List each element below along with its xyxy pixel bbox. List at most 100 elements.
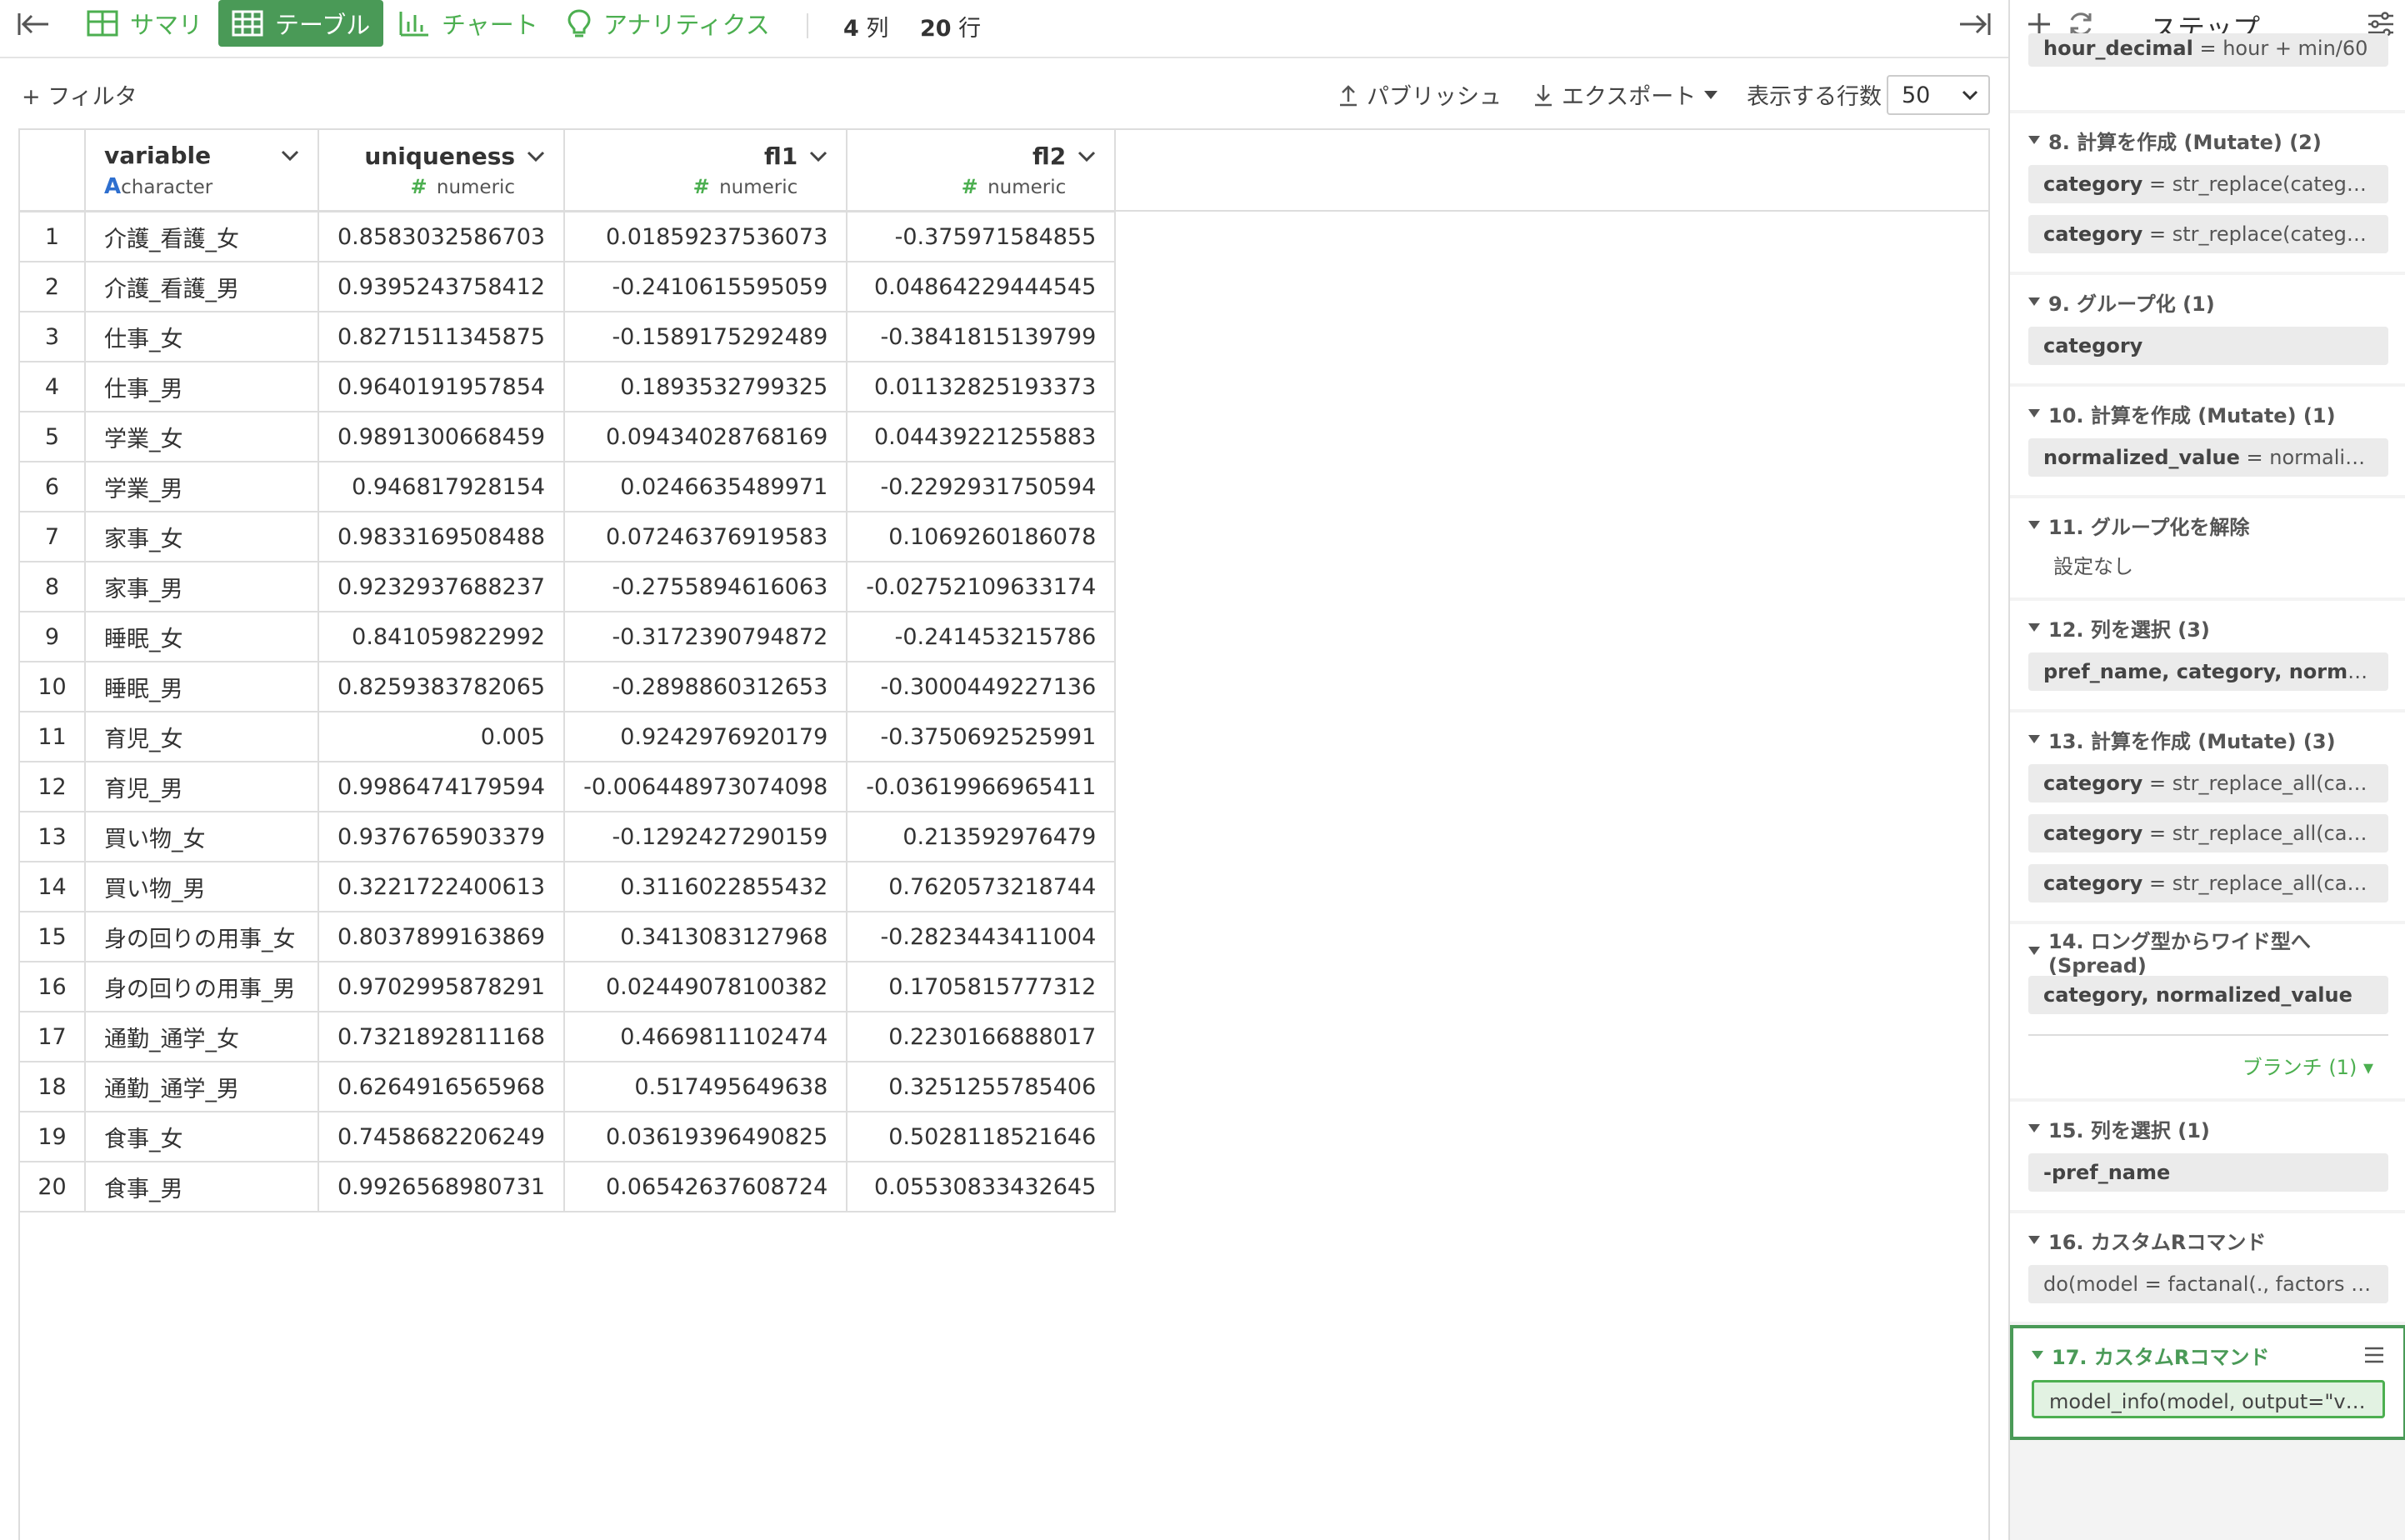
- table-cell[interactable]: 0.9986474179594: [318, 762, 566, 812]
- table-row[interactable]: 11 育児_女 0.005 0.9242976920179 -0.37506925259…: [20, 712, 1117, 762]
- table-cell[interactable]: -0.375971584855: [847, 212, 1117, 262]
- table-row[interactable]: 1 介護_看護_女 0.8583032586703 0.01859237536073-…: [20, 212, 1117, 262]
- table-cell[interactable]: -0.2823443411004: [847, 912, 1117, 962]
- table-cell[interactable]: 食事_女: [85, 1112, 319, 1162]
- step-title[interactable]: 12. 列を選択 (3): [2028, 614, 2388, 642]
- table-cell[interactable]: 0.3413083127968: [564, 912, 848, 962]
- table-cell[interactable]: 0.0246635489971: [564, 462, 848, 512]
- table-row[interactable]: 17 通勤_通学_女 0.7321892811168 0.4669811102474 0…: [20, 1012, 1117, 1062]
- collapse-triangle-icon[interactable]: [2028, 298, 2040, 306]
- table-cell[interactable]: 身の回りの用事_男: [85, 962, 319, 1012]
- table-cell[interactable]: 0.946817928154: [318, 462, 566, 512]
- table-cell[interactable]: -0.1589175292489: [564, 312, 848, 362]
- table-cell[interactable]: -0.2898860312653: [564, 662, 848, 712]
- step-card[interactable]: 8. 計算を作成 (Mutate) (2) category = str_repl…: [2010, 113, 2405, 272]
- step-card[interactable]: 12. 列を選択 (3) pref_name, category, normali…: [2010, 601, 2405, 709]
- table-cell[interactable]: 0.2230166888017: [847, 1012, 1117, 1062]
- collapse-left-icon[interactable]: [17, 12, 50, 37]
- table-cell[interactable]: 0.7458682206249: [318, 1112, 566, 1162]
- table-cell[interactable]: 買い物_女: [85, 812, 319, 862]
- table-cell[interactable]: 0.1705815777312: [847, 962, 1117, 1012]
- column-header-fl2[interactable]: fl2 # numeric: [847, 130, 1117, 212]
- table-cell[interactable]: 買い物_男: [85, 862, 319, 912]
- step-title[interactable]: 17. カスタムRコマンド: [2032, 1342, 2385, 1369]
- table-cell[interactable]: 0.7321892811168: [318, 1012, 566, 1062]
- table-cell[interactable]: 睡眠_女: [85, 612, 319, 662]
- step-card[interactable]: 14. ロング型からワイド型へ (Spread) category, normal…: [2010, 924, 2405, 1098]
- chevron-down-icon[interactable]: [281, 150, 299, 162]
- table-cell[interactable]: 0.9640191957854: [318, 362, 566, 412]
- collapse-triangle-icon[interactable]: [2028, 1124, 2040, 1132]
- table-cell[interactable]: 0.3116022855432: [564, 862, 848, 912]
- table-cell[interactable]: -0.3000449227136: [847, 662, 1117, 712]
- step-title[interactable]: 15. 列を選択 (1): [2028, 1115, 2388, 1142]
- table-cell[interactable]: 0.01859237536073: [564, 212, 848, 262]
- step-chip[interactable]: hour_decimal = hour + min/60: [2028, 33, 2388, 67]
- table-cell[interactable]: 0.841059822992: [318, 612, 566, 662]
- step-chip[interactable]: -pref_name: [2028, 1153, 2388, 1192]
- collapse-triangle-icon[interactable]: [2028, 735, 2040, 743]
- step-chip[interactable]: do(model = factanal(., factors = 2, r…: [2028, 1265, 2388, 1303]
- table-row[interactable]: 9 睡眠_女 0.841059822992 -0.3172390794872 -0.24…: [20, 612, 1117, 662]
- step-title[interactable]: 13. 計算を作成 (Mutate) (3): [2028, 726, 2388, 753]
- table-cell[interactable]: 0.09434028768169: [564, 412, 848, 462]
- table-cell[interactable]: 通勤_通学_男: [85, 1062, 319, 1112]
- table-cell[interactable]: 0.9395243758412: [318, 262, 566, 312]
- table-cell[interactable]: -0.3841815139799: [847, 312, 1117, 362]
- chevron-down-icon[interactable]: [1078, 151, 1096, 162]
- table-cell[interactable]: -0.006448973074098: [564, 762, 848, 812]
- table-row[interactable]: 3 仕事_女 0.8271511345875 -0.1589175292489 -0.3…: [20, 312, 1117, 362]
- step-title[interactable]: 8. 計算を作成 (Mutate) (2): [2028, 127, 2388, 154]
- step-chip[interactable]: category = str_replace(category…: [2028, 165, 2388, 203]
- rows-to-show-select[interactable]: 50: [1887, 75, 1990, 115]
- chevron-down-icon[interactable]: [809, 151, 828, 162]
- table-cell[interactable]: 0.8037899163869: [318, 912, 566, 962]
- step-card[interactable]: 17. カスタムRコマンド model_info(model, output="v…: [2010, 1325, 2405, 1440]
- table-cell[interactable]: 0.9926568980731: [318, 1162, 566, 1212]
- table-cell[interactable]: -0.2410615595059: [564, 262, 848, 312]
- table-cell[interactable]: 0.03619396490825: [564, 1112, 848, 1162]
- tab-summary[interactable]: サマリ: [73, 0, 216, 47]
- table-cell[interactable]: 仕事_女: [85, 312, 319, 362]
- collapse-triangle-icon[interactable]: [2028, 623, 2040, 632]
- step-card[interactable]: 16. カスタムRコマンド do(model = factanal(., fact…: [2010, 1213, 2405, 1322]
- step-chip[interactable]: normalized_value = normalize(hour…: [2028, 438, 2388, 477]
- table-cell[interactable]: -0.3172390794872: [564, 612, 848, 662]
- table-cell[interactable]: 0.1893532799325: [564, 362, 848, 412]
- table-cell[interactable]: -0.1292427290159: [564, 812, 848, 862]
- collapse-triangle-icon[interactable]: [2028, 409, 2040, 418]
- branch-dropdown[interactable]: ブランチ (1) ▾: [2028, 1034, 2388, 1080]
- table-cell[interactable]: 0.8259383782065: [318, 662, 566, 712]
- table-cell[interactable]: 0.3221722400613: [318, 862, 566, 912]
- step-chip[interactable]: model_info(model, output="variable…: [2032, 1380, 2385, 1418]
- table-cell[interactable]: 0.4669811102474: [564, 1012, 848, 1062]
- table-cell[interactable]: 通勤_通学_女: [85, 1012, 319, 1062]
- table-cell[interactable]: 仕事_男: [85, 362, 319, 412]
- collapse-triangle-icon[interactable]: [2032, 1351, 2043, 1359]
- step-title[interactable]: 11. グループ化を解除: [2028, 512, 2388, 539]
- table-row[interactable]: 5 学業_女 0.9891300668459 0.09434028768169 0.04…: [20, 412, 1117, 462]
- chevron-down-icon[interactable]: [527, 151, 545, 162]
- table-cell[interactable]: 家事_男: [85, 562, 319, 612]
- table-cell[interactable]: -0.2292931750594: [847, 462, 1117, 512]
- column-header-fl1[interactable]: fl1 # numeric: [564, 130, 848, 212]
- export-dropdown[interactable]: エクスポート: [1533, 78, 1718, 111]
- tab-table[interactable]: テーブル: [218, 0, 384, 47]
- step-chip[interactable]: category = str_replace(category…: [2028, 215, 2388, 253]
- collapse-triangle-icon[interactable]: [2028, 1236, 2040, 1244]
- table-row[interactable]: 2 介護_看護_男 0.9395243758412 -0.2410615595059 0…: [20, 262, 1117, 312]
- table-row[interactable]: 4 仕事_男 0.9640191957854 0.1893532799325 0.011…: [20, 362, 1117, 412]
- step-title[interactable]: 14. ロング型からワイド型へ (Spread): [2028, 930, 2388, 978]
- table-row[interactable]: 6 学業_男 0.946817928154 0.0246635489971 -0.229…: [20, 462, 1117, 512]
- table-cell[interactable]: 0.9702995878291: [318, 962, 566, 1012]
- add-filter-button[interactable]: + フィルタ: [22, 78, 138, 111]
- column-header-variable[interactable]: variable Acharacter: [85, 130, 319, 212]
- step-chip[interactable]: category = str_replace_all(cate…: [2028, 814, 2388, 852]
- table-cell[interactable]: 0.6264916565968: [318, 1062, 566, 1112]
- table-cell[interactable]: 0.8583032586703: [318, 212, 566, 262]
- table-cell[interactable]: 0.02449078100382: [564, 962, 848, 1012]
- table-cell[interactable]: 学業_男: [85, 462, 319, 512]
- table-cell[interactable]: 0.07246376919583: [564, 512, 848, 562]
- table-cell[interactable]: 介護_看護_女: [85, 212, 319, 262]
- step-chip[interactable]: category = str_replace_all(cate…: [2028, 864, 2388, 902]
